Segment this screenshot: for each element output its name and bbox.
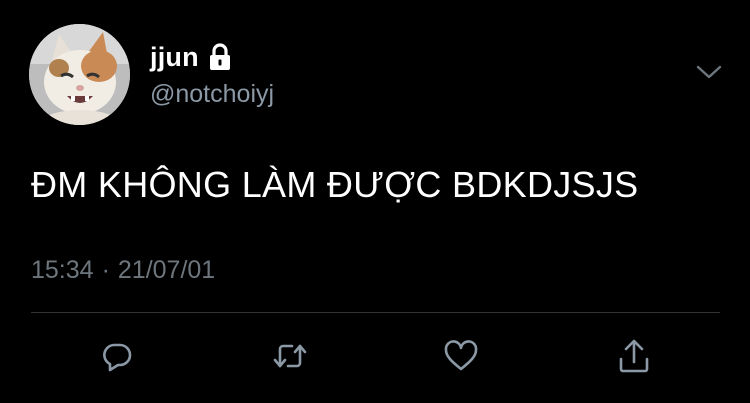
- retweet-icon: [272, 339, 308, 373]
- tweet-timestamp[interactable]: 15:34 · 21/07/01: [31, 256, 215, 285]
- cat-avatar-image: [29, 24, 130, 125]
- meta-separator: ·: [101, 256, 110, 284]
- avatar[interactable]: [29, 24, 130, 125]
- user-handle[interactable]: @notchoiyj: [150, 80, 274, 109]
- reply-icon: [100, 339, 134, 373]
- share-icon: [617, 338, 651, 374]
- display-name-row[interactable]: jjun: [150, 40, 233, 74]
- tweet-text: ĐM KHÔNG LÀM ĐƯỢC BDKDJSJS: [31, 164, 639, 205]
- like-button[interactable]: [441, 336, 481, 376]
- display-name[interactable]: jjun: [150, 42, 199, 73]
- reply-button[interactable]: [97, 336, 137, 376]
- tweet-card: jjun @notchoiyj ĐM KHÔNG LÀM ĐƯỢC BDKDJS…: [0, 0, 750, 403]
- share-button[interactable]: [614, 336, 654, 376]
- lock-icon: [207, 43, 233, 71]
- retweet-button[interactable]: [270, 336, 310, 376]
- chevron-down-icon[interactable]: [694, 62, 724, 82]
- divider: [31, 312, 720, 313]
- tweet-time: 15:34: [31, 256, 94, 284]
- heart-icon: [443, 339, 479, 373]
- tweet-date: 21/07/01: [117, 256, 216, 284]
